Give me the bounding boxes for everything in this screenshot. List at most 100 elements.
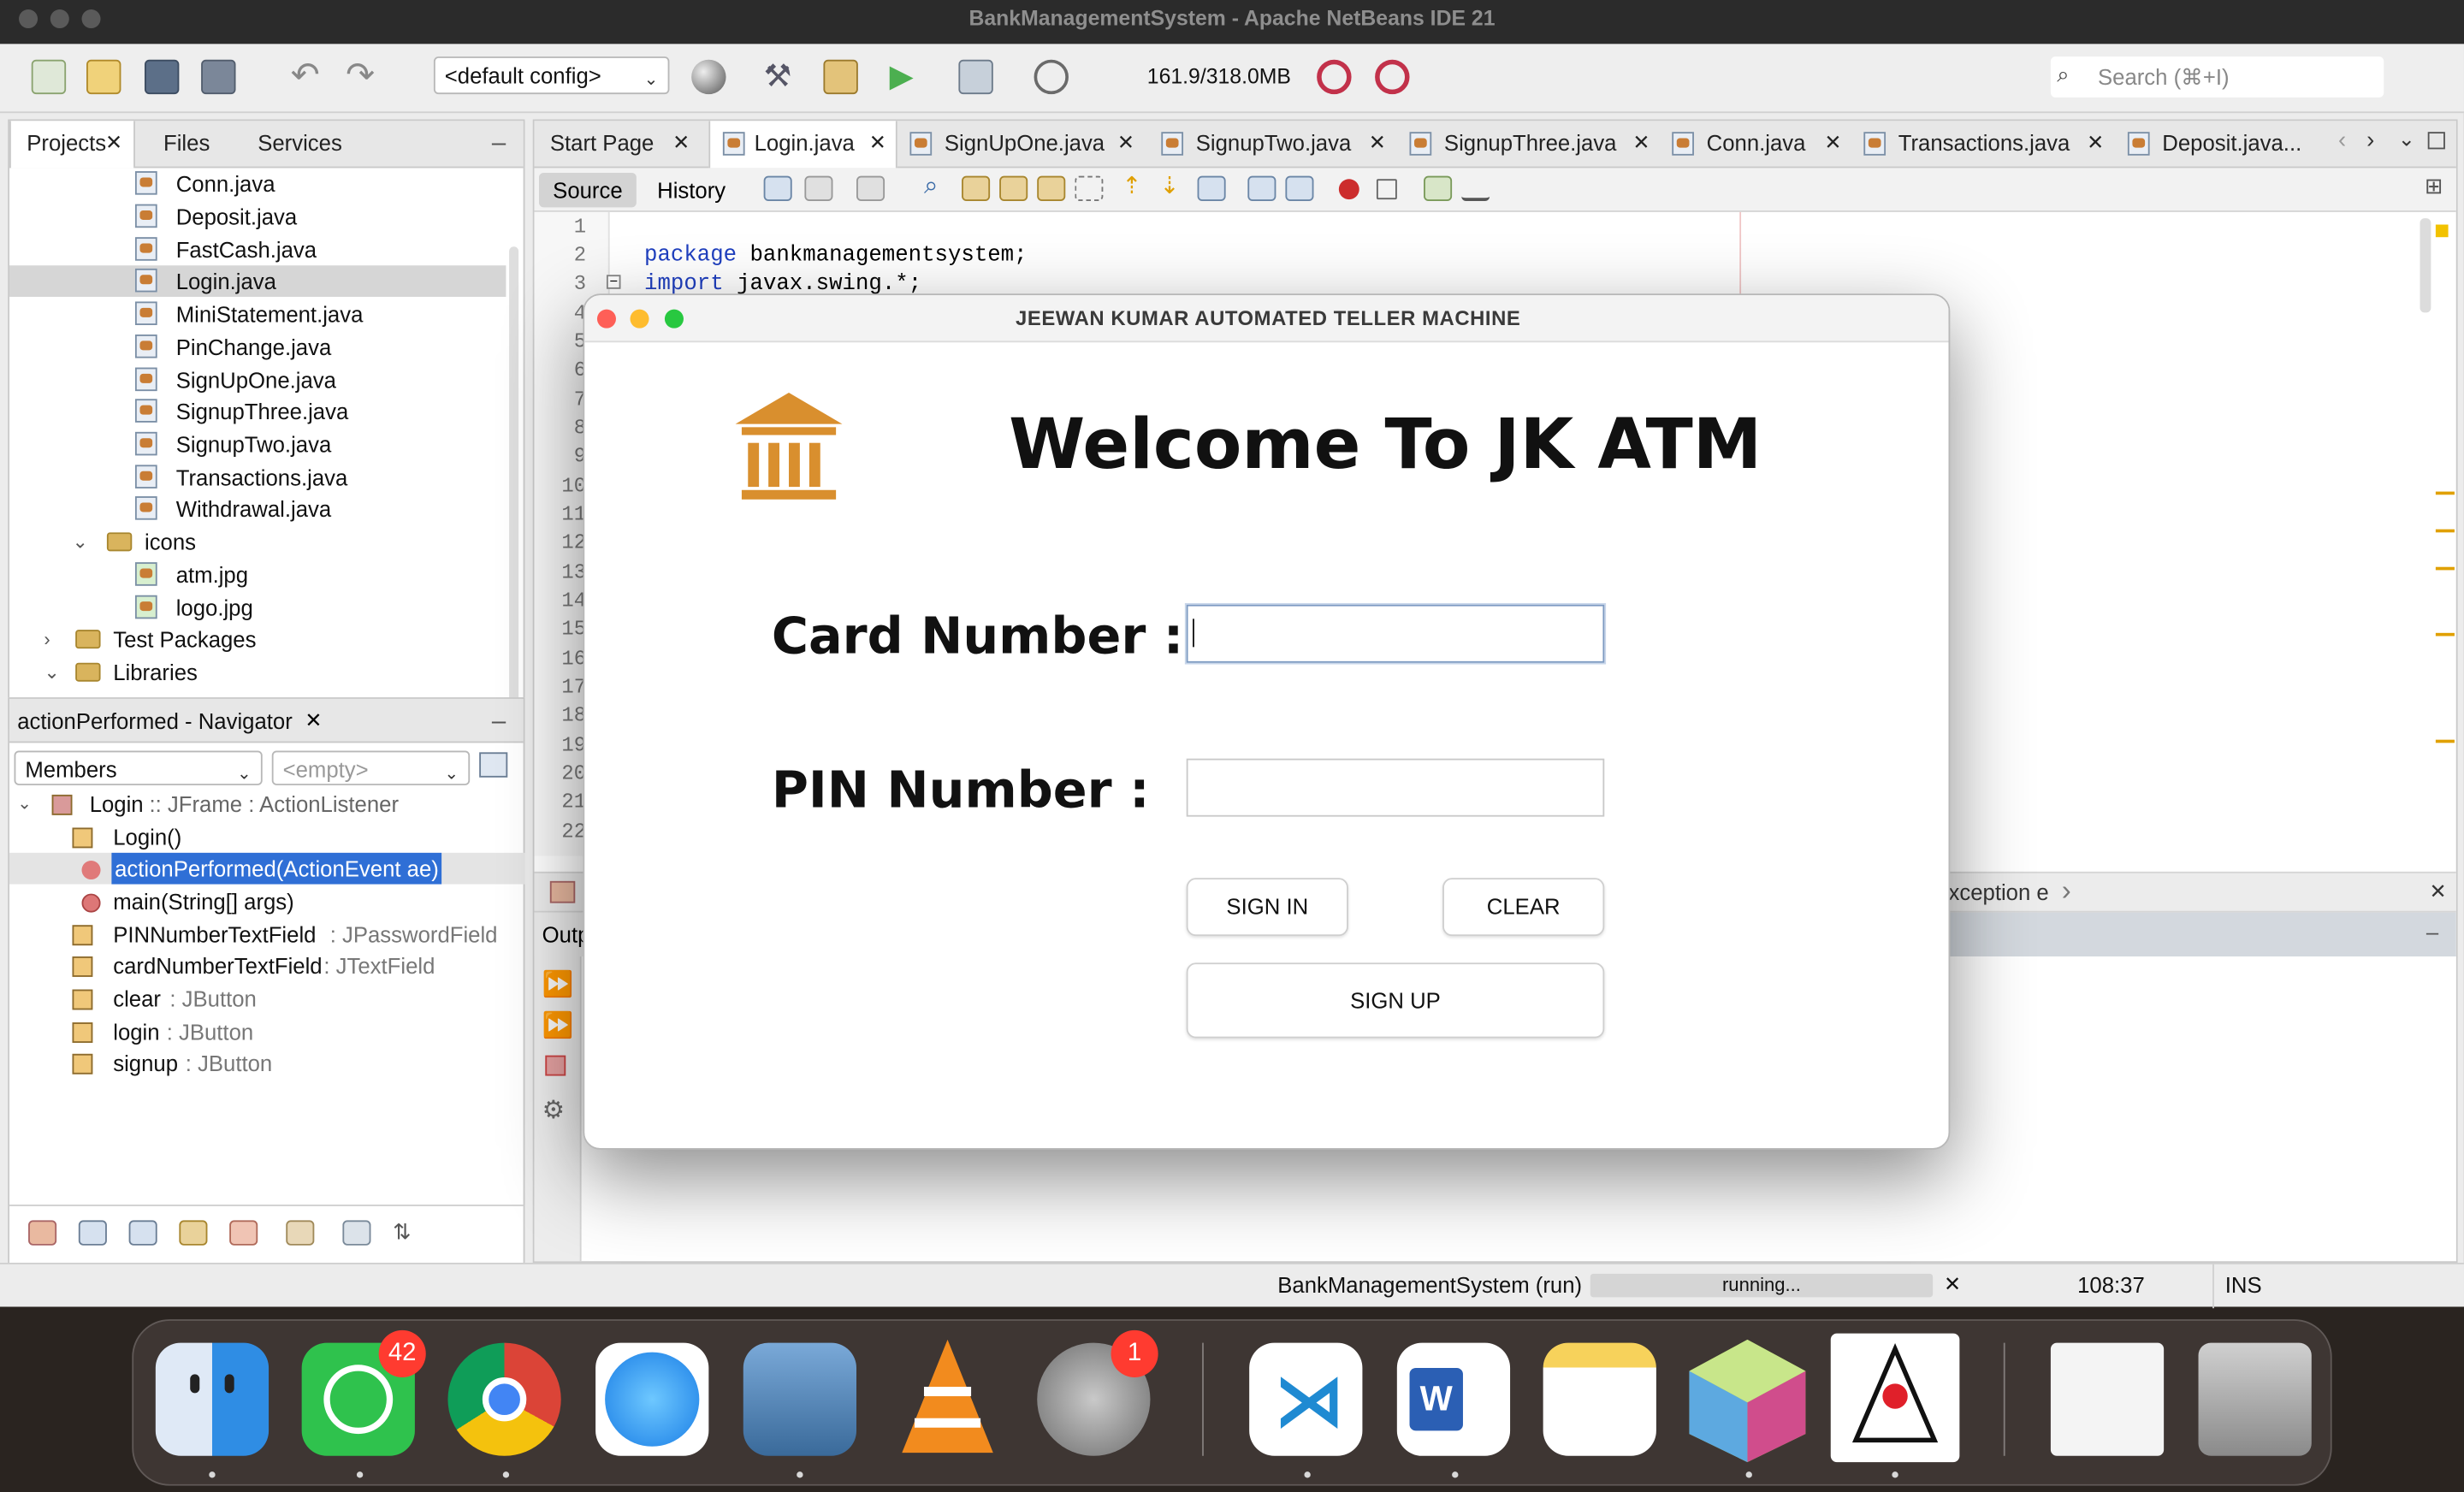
members-filter-select[interactable]: Members ⌄ xyxy=(14,750,263,785)
finder-icon[interactable] xyxy=(155,1342,270,1456)
tab-transactions-java[interactable]: Transactions.java ✕ xyxy=(1851,121,2111,168)
zoom-window-button[interactable] xyxy=(81,9,101,29)
tree-item[interactable]: SignUpOne.java xyxy=(134,364,512,396)
tree-item[interactable]: atm.jpg xyxy=(134,560,512,591)
tab-start-page[interactable]: Start Page ✕ xyxy=(534,121,707,168)
error-stripe-marker[interactable] xyxy=(2435,566,2455,571)
tab-files[interactable]: Files xyxy=(148,121,242,168)
zoom-window-button[interactable] xyxy=(664,309,684,329)
error-stripe-marker[interactable] xyxy=(2435,224,2449,238)
comment-icon[interactable] xyxy=(1424,175,1453,201)
fqn-icon[interactable] xyxy=(286,1220,315,1246)
empty-filter-select[interactable]: <empty> ⌄ xyxy=(271,750,471,785)
chevron-down-icon[interactable]: ⌄ xyxy=(2398,127,2415,152)
notes-icon[interactable] xyxy=(1543,1342,1656,1456)
tree-item-selected[interactable]: Login.java xyxy=(9,265,506,297)
back-icon[interactable] xyxy=(804,175,833,201)
record-macro-icon[interactable] xyxy=(1338,179,1359,200)
debug-icon[interactable] xyxy=(958,59,993,95)
filter-nonpublic-icon[interactable] xyxy=(179,1220,208,1246)
navigator-root[interactable]: ⌄ Login :: JFrame : ActionListener xyxy=(17,789,489,820)
gc-profile-icon[interactable] xyxy=(1375,59,1410,95)
chrome-icon[interactable] xyxy=(447,1342,561,1456)
memory-indicator[interactable]: 161.9/318.0MB xyxy=(1147,64,1291,88)
clean-build-icon[interactable] xyxy=(823,59,858,95)
tree-item[interactable]: Conn.java xyxy=(134,168,512,199)
documents-stack-icon[interactable] xyxy=(2050,1342,2165,1456)
member-item[interactable]: PINNumberTextField : JPasswordField xyxy=(72,919,528,950)
filter-inherited-icon[interactable] xyxy=(28,1220,57,1246)
tree-folder-test-packages[interactable]: › Test Packages xyxy=(44,624,421,655)
chevron-right-icon[interactable]: › xyxy=(2062,875,2071,909)
tree-item[interactable]: logo.jpg xyxy=(134,592,512,624)
tab-signupthree-java[interactable]: SignupThree.java ✕ xyxy=(1400,121,1659,168)
close-icon[interactable]: ✕ xyxy=(869,121,886,164)
toggle-bookmark-icon[interactable] xyxy=(1197,175,1226,201)
new-file-icon[interactable] xyxy=(31,59,67,95)
insert-mode[interactable]: INS xyxy=(2225,1272,2262,1297)
java-icon[interactable] xyxy=(1830,1333,1960,1463)
close-icon[interactable]: ✕ xyxy=(2430,879,2447,904)
new-project-icon[interactable] xyxy=(86,59,121,95)
tree-item[interactable]: Transactions.java xyxy=(134,462,512,494)
open-project-icon[interactable] xyxy=(144,59,180,95)
minimize-window-button[interactable] xyxy=(630,309,649,329)
previous-bookmark-icon[interactable]: ⇡ xyxy=(1122,175,1150,201)
vscode-icon[interactable]: ⋊ xyxy=(1249,1342,1363,1456)
search-input[interactable]: Search (⌘+I) xyxy=(2098,64,2230,91)
shift-right-icon[interactable] xyxy=(1285,175,1314,201)
error-stripe-marker[interactable] xyxy=(2435,739,2455,743)
find-next-icon[interactable] xyxy=(999,175,1028,201)
select-rectangle-icon[interactable] xyxy=(1075,175,1104,201)
close-icon[interactable]: ✕ xyxy=(105,121,122,164)
preview-icon[interactable] xyxy=(743,1342,857,1456)
member-item[interactable]: clear : JButton xyxy=(72,983,512,1015)
filter-static-icon[interactable] xyxy=(128,1220,157,1246)
rerun-icon[interactable]: ⏩ xyxy=(542,969,574,1001)
globe-icon[interactable] xyxy=(691,59,726,95)
error-stripe-marker[interactable] xyxy=(2435,491,2455,495)
tree-folder-libraries[interactable]: ⌄ Libraries xyxy=(44,656,421,688)
find-previous-icon[interactable] xyxy=(962,175,991,201)
tree-item[interactable]: SignupTwo.java xyxy=(134,429,512,460)
sort-by-name-icon[interactable] xyxy=(342,1220,371,1246)
error-stripe-marker[interactable] xyxy=(2435,632,2455,636)
tree-item[interactable]: MiniStatement.java xyxy=(134,299,512,330)
tree-item[interactable]: Deposit.java xyxy=(134,201,512,233)
word-icon[interactable]: W xyxy=(1396,1342,1511,1456)
close-window-button[interactable] xyxy=(19,9,38,29)
save-all-icon[interactable] xyxy=(201,59,236,95)
tab-services[interactable]: Services xyxy=(242,121,368,168)
sort-by-source-icon[interactable]: ⇅ xyxy=(393,1220,421,1245)
run-icon[interactable]: ▶ xyxy=(890,60,924,94)
member-item[interactable]: cardNumberTextField : JTextField xyxy=(72,950,528,982)
stop-macro-icon[interactable] xyxy=(1376,179,1397,200)
member-item[interactable]: login : JButton xyxy=(72,1016,512,1048)
close-icon[interactable]: ✕ xyxy=(672,121,690,164)
toggle-highlight-icon[interactable] xyxy=(1037,175,1066,201)
sign-in-button[interactable]: SIGN IN xyxy=(1186,878,1348,937)
output-tab[interactable]: Outp xyxy=(534,912,589,957)
card-number-field[interactable] xyxy=(1186,604,1605,663)
split-editor-icon[interactable]: ⊞ xyxy=(2425,175,2447,198)
chevron-down-icon[interactable]: ⌄ xyxy=(72,526,87,558)
history-tab[interactable]: History xyxy=(644,173,738,207)
netbeans-icon[interactable] xyxy=(1683,1336,1812,1465)
member-item[interactable]: signup : JButton xyxy=(72,1047,512,1079)
tree-item[interactable]: SignupThree.java xyxy=(134,396,512,428)
minimize-panel-icon[interactable]: – xyxy=(492,708,506,737)
vlc-icon[interactable] xyxy=(890,1334,1006,1465)
trash-icon[interactable] xyxy=(2198,1342,2312,1456)
close-icon[interactable]: ✕ xyxy=(305,708,322,733)
cancel-process-icon[interactable]: ✕ xyxy=(1944,1272,1961,1297)
scroll-tabs-left-icon[interactable]: ‹ xyxy=(2338,127,2346,154)
source-tab[interactable]: Source xyxy=(538,172,637,208)
chevron-down-icon[interactable]: ⌄ xyxy=(17,789,32,820)
error-stripe-marker[interactable] xyxy=(2435,529,2455,533)
close-icon[interactable]: ✕ xyxy=(1824,121,1841,164)
member-item[interactable]: Login() xyxy=(72,821,512,853)
tab-login-java[interactable]: Login.java ✕ xyxy=(708,121,897,169)
filter-fields-icon[interactable] xyxy=(78,1220,107,1246)
tab-signuptwo-java[interactable]: SignupTwo.java ✕ xyxy=(1152,121,1395,168)
tab-projects[interactable]: Projects ✕ xyxy=(9,121,135,169)
